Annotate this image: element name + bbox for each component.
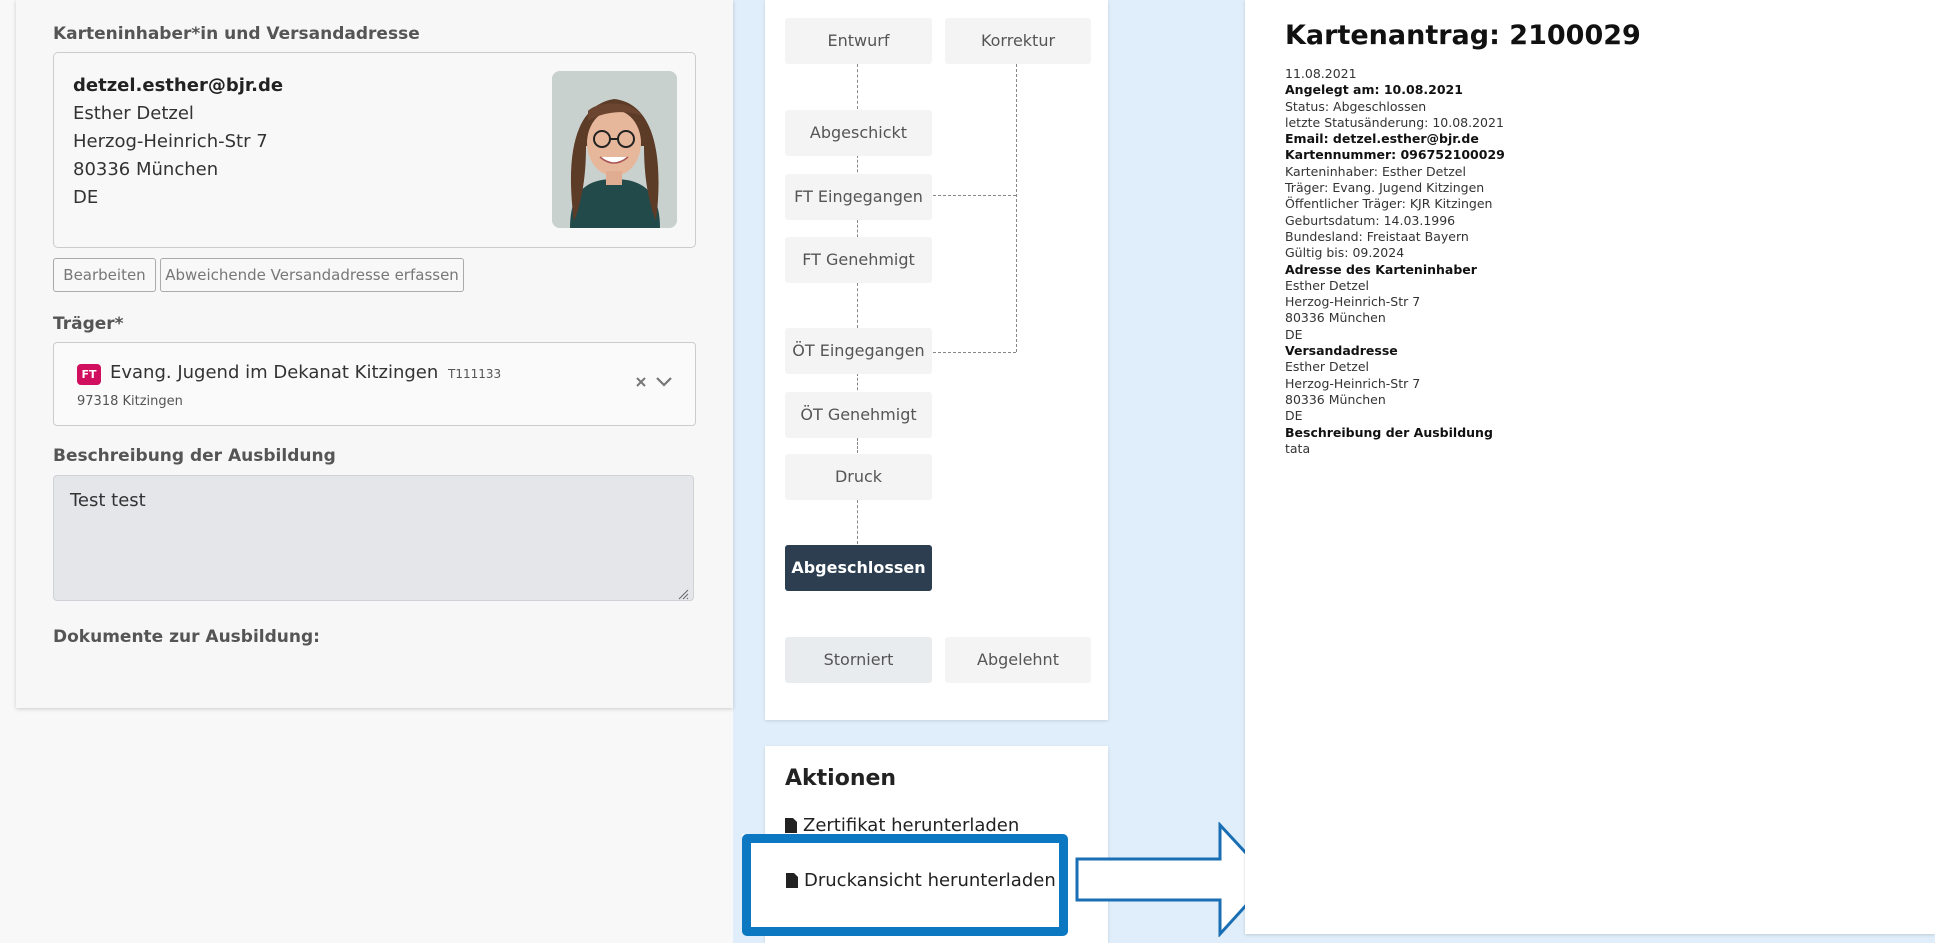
connector xyxy=(857,438,858,453)
preview-line: 80336 München xyxy=(1285,310,1386,326)
step-entwurf: Entwurf xyxy=(785,18,932,64)
preview-line: DE xyxy=(1285,408,1303,424)
carrier-select[interactable] xyxy=(53,342,696,426)
preview-line: tata xyxy=(1285,440,1311,456)
step-abgeschickt: Abgeschickt xyxy=(785,110,932,156)
step-ft-eingegangen: FT Eingegangen xyxy=(785,174,932,220)
carrier-code: T111133 xyxy=(448,367,502,381)
avatar xyxy=(552,71,677,228)
preview-line: Träger: Evang. Jugend Kitzingen xyxy=(1285,180,1485,196)
preview-line: Geburtsdatum: 14.03.1996 xyxy=(1285,212,1456,228)
step-storniert: Storniert xyxy=(785,637,932,683)
connector xyxy=(857,500,858,544)
edit-button[interactable]: Bearbeiten xyxy=(53,258,156,292)
connector xyxy=(1016,64,1017,352)
preview-line: letzte Statusänderung: 10.08.2021 xyxy=(1285,114,1504,130)
preview-line: Herzog-Heinrich-Str 7 xyxy=(1285,294,1421,310)
actions-title: Aktionen xyxy=(785,766,897,791)
address-name: Esther Detzel xyxy=(73,103,194,124)
step-ft-genehmigt: FT Genehmigt xyxy=(785,237,932,283)
download-certificate-label: Zertifikat herunterladen xyxy=(803,815,1020,836)
preview-line: 11.08.2021 xyxy=(1285,66,1357,81)
address-street: Herzog-Heinrich-Str 7 xyxy=(73,131,268,152)
preview-line: 80336 München xyxy=(1285,391,1386,407)
download-certificate-link[interactable]: Zertifikat herunterladen xyxy=(785,815,1019,836)
step-druck: Druck xyxy=(785,454,932,500)
preview-line: Herzog-Heinrich-Str 7 xyxy=(1285,375,1421,391)
file-icon xyxy=(785,818,797,833)
preview-line: Bundesland: Freistaat Bayern xyxy=(1285,228,1469,244)
avatar-photo xyxy=(552,71,677,228)
preview-line: Esther Detzel xyxy=(1285,277,1369,293)
highlight-frame xyxy=(742,834,1068,936)
description-textarea[interactable]: Test test xyxy=(53,475,694,601)
carrier-location: 97318 Kitzingen xyxy=(77,394,183,409)
preview-line: Beschreibung der Ausbildung xyxy=(1285,424,1493,440)
address-city: 80336 München xyxy=(73,159,219,180)
connector xyxy=(857,64,858,109)
preview-line: Kartennummer: 096752100029 xyxy=(1285,147,1505,163)
preview-line: Öffentlicher Träger: KJR Kitzingen xyxy=(1285,196,1493,212)
ft-badge: FT xyxy=(77,364,101,385)
chevron-down-icon[interactable] xyxy=(655,374,673,393)
connector xyxy=(933,352,1016,353)
card-holder-label: Karteninhaber*in und Versandadresse xyxy=(53,24,420,44)
preview-line: Esther Detzel xyxy=(1285,359,1369,375)
address-country: DE xyxy=(73,187,99,208)
preview-line: DE xyxy=(1285,326,1303,342)
address-email: detzel.esther@bjr.de xyxy=(73,75,284,96)
preview-line: Status: Abgeschlossen xyxy=(1285,98,1427,114)
address-block: detzel.esther@bjr.de Esther Detzel Herzo… xyxy=(73,72,283,212)
carrier-name: Evang. Jugend im Dekanat Kitzingen xyxy=(110,362,439,383)
connector xyxy=(933,195,1016,196)
preview-line: Adresse des Karteninhaber xyxy=(1285,261,1477,277)
preview-line: Email: detzel.esther@bjr.de xyxy=(1285,131,1479,147)
connector xyxy=(857,283,858,328)
step-oet-eingegangen: ÖT Eingegangen xyxy=(785,328,932,374)
carrier-name-line: Evang. Jugend im Dekanat Kitzingen T1111… xyxy=(110,362,501,383)
step-oet-genehmigt: ÖT Genehmigt xyxy=(785,392,932,438)
preview-line: Karteninhaber: Esther Detzel xyxy=(1285,163,1466,179)
documents-label: Dokumente zur Ausbildung: xyxy=(53,627,320,647)
resize-handle-icon[interactable] xyxy=(677,585,689,604)
step-korrektur: Korrektur xyxy=(945,18,1091,64)
other-address-button[interactable]: Abweichende Versandadresse erfassen xyxy=(160,258,464,292)
preview-line: Versandadresse xyxy=(1285,343,1398,359)
preview-lines: 11.08.2021 Angelegt am: 10.08.2021 Status:… xyxy=(1285,66,1505,457)
description-label: Beschreibung der Ausbildung xyxy=(53,446,336,466)
preview-title: Kartenantrag: 2100029 xyxy=(1285,20,1641,51)
step-abgelehnt: Abgelehnt xyxy=(945,637,1091,683)
preview-line: Gültig bis: 09.2024 xyxy=(1285,245,1405,261)
clear-icon[interactable] xyxy=(634,374,648,393)
step-abgeschlossen: Abgeschlossen xyxy=(785,545,932,591)
carrier-label: Träger* xyxy=(53,314,124,334)
preview-line: Angelegt am: 10.08.2021 xyxy=(1285,82,1463,98)
